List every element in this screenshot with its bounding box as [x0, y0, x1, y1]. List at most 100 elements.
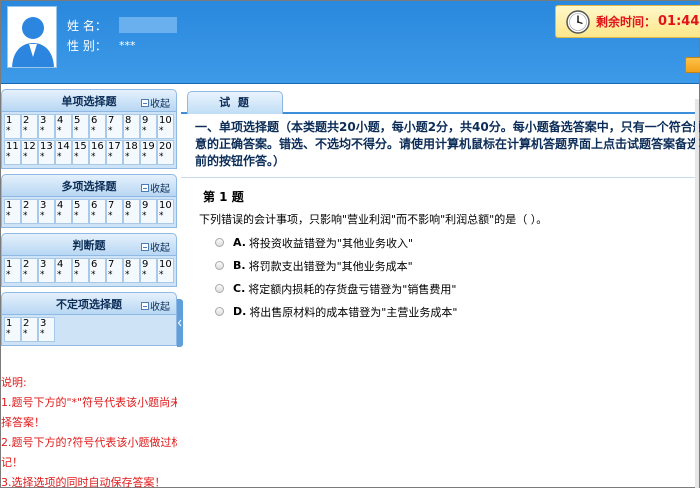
question-cell-15[interactable]: 15 * — [72, 140, 89, 165]
panel-multiple-choice: 多项选择题 收起 1 * 2 * 3 * 4 * 5 * 6 * 7 * 8 * 9 * 10 * — [1, 174, 177, 228]
panel-indefinite-choice: 不定项选择题 收起 1 * 2 * 3 * — [1, 292, 177, 346]
unanswered-marker: * — [57, 270, 62, 280]
note-line: 3.选择选项的同时自动保存答案！ — [1, 476, 166, 488]
collapse-icon — [141, 183, 149, 192]
user-silhouette-icon — [8, 7, 56, 67]
question-number-grid: 1 * 2 * 3 * 4 * 5 * 6 * 7 * 8 * 9 * 10 * 11 * 12 * 13 * 14 * 15 * 16 * 1… — [1, 112, 177, 169]
question-cell-1[interactable]: 1 * — [4, 114, 21, 139]
question-cell-8[interactable]: 8 * — [123, 258, 140, 283]
question-cell-1[interactable]: 1 * — [4, 199, 21, 224]
question-cell-18[interactable]: 18 * — [123, 140, 140, 165]
note-line: 1.题号下方的"*"符号代表该小题尚未选 — [1, 396, 177, 409]
question-cell-13[interactable]: 13 * — [38, 140, 55, 165]
question-cell-2[interactable]: 2 * — [21, 199, 38, 224]
question-cell-17[interactable]: 17 * — [106, 140, 123, 165]
radio-button[interactable] — [215, 238, 224, 247]
question-number-grid: 1 * 2 * 3 * 4 * 5 * 6 * 7 * 8 * 9 * 10 * — [1, 197, 177, 228]
question-cell-number: 9 — [142, 259, 149, 270]
tab-questions[interactable]: 试 题 — [187, 91, 283, 114]
question-cell-6[interactable]: 6 * — [89, 199, 106, 224]
collapse-button[interactable]: 收起 — [141, 239, 170, 254]
question-cell-8[interactable]: 8 * — [123, 199, 140, 224]
question-cell-number: 15 — [74, 141, 87, 152]
question-cell-number: 6 — [91, 115, 98, 126]
option-list: A. 将投资收益错登为"其他业务收入" B. 将罚款支出错登为"其他业务成本" C. 将定… — [203, 231, 699, 323]
instructions-notes: 说明: 1.题号下方的"*"符号代表该小题尚未选 择答案！ 2.题号下方的?符号代表该… — [1, 373, 177, 488]
question-cell-16[interactable]: 16 * — [89, 140, 106, 165]
question-cell-20[interactable]: 20 * — [157, 140, 174, 165]
question-cell-3[interactable]: 3 * — [38, 317, 55, 342]
radio-button[interactable] — [215, 307, 224, 316]
question-cell-3[interactable]: 3 * — [38, 114, 55, 139]
question-cell-7[interactable]: 7 * — [106, 114, 123, 139]
question-cell-10[interactable]: 10 * — [157, 258, 174, 283]
question-cell-3[interactable]: 3 * — [38, 258, 55, 283]
question-cell-9[interactable]: 9 * — [140, 114, 157, 139]
question-cell-number: 14 — [57, 141, 70, 152]
question-cell-7[interactable]: 7 * — [106, 258, 123, 283]
unanswered-marker: * — [74, 126, 79, 136]
unanswered-marker: * — [91, 270, 96, 280]
question-cell-19[interactable]: 19 * — [140, 140, 157, 165]
collapse-button[interactable]: 收起 — [141, 95, 170, 110]
question-cell-4[interactable]: 4 * — [55, 114, 72, 139]
answer-option-d[interactable]: D. 将出售原材料的成本错登为"主营业务成本" — [203, 300, 699, 323]
panel-header: 判断题 收起 — [1, 233, 177, 256]
radio-button[interactable] — [215, 284, 224, 293]
question-cell-11[interactable]: 11 * — [4, 140, 21, 165]
question-cell-9[interactable]: 9 * — [140, 258, 157, 283]
question-cell-1[interactable]: 1 * — [4, 258, 21, 283]
question-cell-4[interactable]: 4 * — [55, 258, 72, 283]
unanswered-marker: * — [6, 152, 11, 162]
question-cell-number: 10 — [159, 200, 172, 211]
timer-label: 剩余时间： — [596, 15, 657, 29]
panel-title: 判断题 — [72, 238, 106, 252]
panel-title: 不定项选择题 — [56, 297, 122, 311]
collapse-button[interactable]: 收起 — [141, 298, 170, 313]
submit-button[interactable] — [685, 57, 700, 73]
option-text: 将投资收益错登为"其他业务收入" — [248, 236, 414, 250]
question-cell-1[interactable]: 1 * — [4, 317, 21, 342]
question-cell-6[interactable]: 6 * — [89, 258, 106, 283]
question-cell-2[interactable]: 2 * — [21, 114, 38, 139]
unanswered-marker: * — [40, 152, 45, 162]
question-cell-number: 2 — [23, 318, 30, 329]
question-cell-number: 8 — [125, 259, 132, 270]
question-cell-2[interactable]: 2 * — [21, 258, 38, 283]
question-cell-10[interactable]: 10 * — [157, 199, 174, 224]
question-cell-number: 19 — [142, 141, 155, 152]
question-cell-number: 3 — [40, 259, 47, 270]
question-cell-14[interactable]: 14 * — [55, 140, 72, 165]
answer-option-c[interactable]: C. 将定额内损耗的存货盘亏错登为"销售费用" — [203, 277, 699, 300]
unanswered-marker: * — [6, 329, 11, 339]
question-number-grid: 1 * 2 * 3 * — [1, 315, 177, 346]
unanswered-marker: * — [125, 211, 130, 221]
question-cell-number: 7 — [108, 259, 115, 270]
question-cell-12[interactable]: 12 * — [21, 140, 38, 165]
question-cell-6[interactable]: 6 * — [89, 114, 106, 139]
answer-option-a[interactable]: A. 将投资收益错登为"其他业务收入" — [203, 231, 699, 254]
question-cell-5[interactable]: 5 * — [72, 199, 89, 224]
question-cell-3[interactable]: 3 * — [38, 199, 55, 224]
question-cell-7[interactable]: 7 * — [106, 199, 123, 224]
unanswered-marker: * — [57, 126, 62, 136]
question-cell-8[interactable]: 8 * — [123, 114, 140, 139]
question-cell-number: 4 — [57, 259, 64, 270]
question-cell-number: 4 — [57, 115, 64, 126]
main-scrollbar[interactable] — [695, 99, 699, 488]
collapse-button[interactable]: 收起 — [141, 180, 170, 195]
panel-true-false: 判断题 收起 1 * 2 * 3 * 4 * 5 * 6 * 7 * 8 * 9 * 10 * — [1, 233, 177, 287]
answer-option-b[interactable]: B. 将罚款支出错登为"其他业务成本" — [203, 254, 699, 277]
question-cell-number: 16 — [91, 141, 104, 152]
question-cell-4[interactable]: 4 * — [55, 199, 72, 224]
question-cell-2[interactable]: 2 * — [21, 317, 38, 342]
question-cell-number: 5 — [74, 115, 81, 126]
question-cell-5[interactable]: 5 * — [72, 258, 89, 283]
question-block: 第 1 题 下列错误的会计事项，只影响"营业利润"而不影响"利润总额"的是（ ）… — [181, 178, 699, 323]
question-cell-10[interactable]: 10 * — [157, 114, 174, 139]
unanswered-marker: * — [159, 211, 164, 221]
question-cell-number: 6 — [91, 200, 98, 211]
question-cell-5[interactable]: 5 * — [72, 114, 89, 139]
question-cell-9[interactable]: 9 * — [140, 199, 157, 224]
radio-button[interactable] — [215, 261, 224, 270]
